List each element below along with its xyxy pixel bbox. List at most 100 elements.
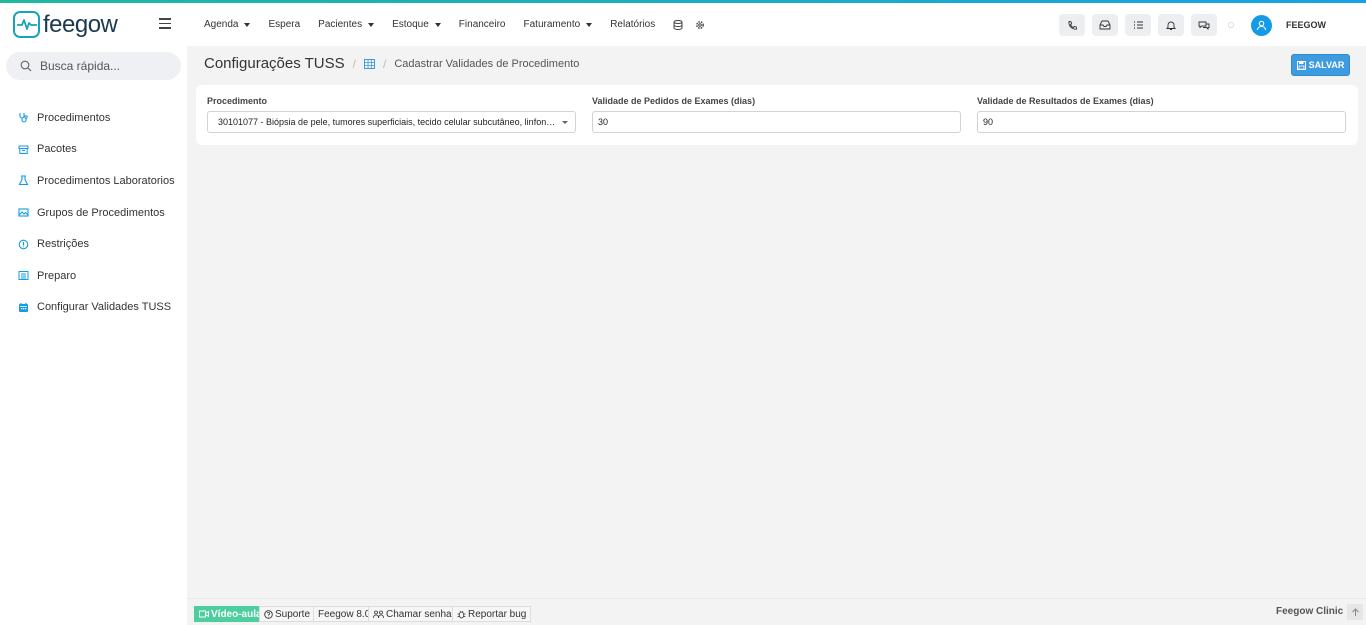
inbox-icon <box>1099 20 1111 30</box>
sidebar-item-label: Procedimentos Laboratorios <box>37 174 175 187</box>
resultados-field: Validade de Resultados de Exames (dias) … <box>977 96 1346 133</box>
logo[interactable]: feegow <box>13 10 118 38</box>
database-icon[interactable] <box>673 19 683 30</box>
images-icon <box>18 207 29 218</box>
video-aula-button[interactable]: Vídeo-aula <box>194 606 267 622</box>
hamburger-menu-icon[interactable] <box>159 18 171 29</box>
nav-espera[interactable]: Espera <box>268 19 300 30</box>
nav-label: Pacientes <box>318 19 363 30</box>
sidebar-item-procedimentos-laboratorios[interactable]: Procedimentos Laboratorios <box>0 165 187 197</box>
footer-brand: Feegow Clinic <box>1276 606 1344 617</box>
reportar-bug-button[interactable]: Reportar bug <box>452 606 532 622</box>
logo-mark-icon <box>13 11 40 38</box>
table-icon <box>363 58 375 69</box>
sidebar-item-procedimentos[interactable]: Procedimentos <box>0 102 187 134</box>
sidebar: Busca rápida... Procedimentos Pacotes Pr… <box>0 46 187 625</box>
chevron-down-icon <box>562 121 568 124</box>
header-tools: FEEGOW <box>1059 14 1326 36</box>
page-subtitle: Cadastrar Validades de Procedimento <box>394 57 580 70</box>
gear-icon[interactable] <box>695 20 705 30</box>
suporte-button[interactable]: Suporte <box>259 606 316 622</box>
version-badge: Feegow 8.0 <box>313 606 376 622</box>
quick-search[interactable]: Busca rápida... <box>6 52 181 80</box>
nav-estoque[interactable]: Estoque <box>392 19 441 30</box>
sidebar-item-label: Grupos de Procedimentos <box>37 206 165 219</box>
sidebar-item-configurar-validades-tuss[interactable]: Configurar Validades TUSS <box>0 292 187 324</box>
search-icon <box>20 60 32 72</box>
sidebar-item-label: Pacotes <box>37 143 77 156</box>
phone-button[interactable] <box>1059 14 1085 36</box>
nav-faturamento[interactable]: Faturamento <box>524 19 593 30</box>
flask-icon <box>18 175 29 186</box>
procedimento-select[interactable]: 30101077 - Biópsia de pele, tumores supe… <box>207 111 576 133</box>
page-title[interactable]: Configurações TUSS <box>204 55 345 72</box>
pedidos-field: Validade de Pedidos de Exames (dias) 30 <box>592 96 961 133</box>
nav-label: Relatórios <box>610 19 656 30</box>
pedidos-input[interactable]: 30 <box>592 111 961 133</box>
sidebar-menu: Procedimentos Pacotes Procedimentos Labo… <box>0 102 187 323</box>
info-icon <box>18 239 29 250</box>
resultados-label: Validade de Resultados de Exames (dias) <box>977 96 1154 106</box>
notifications-button[interactable] <box>1158 14 1184 36</box>
suporte-label: Suporte <box>275 608 311 620</box>
users-icon <box>373 610 384 618</box>
avatar[interactable] <box>1251 14 1272 36</box>
caret-down-icon <box>586 22 593 27</box>
search-input[interactable]: Busca rápida... <box>40 59 120 73</box>
nav-relatorios[interactable]: Relatórios <box>610 19 655 30</box>
video-icon <box>199 610 209 618</box>
resultados-input[interactable]: 90 <box>977 111 1346 133</box>
bug-icon <box>457 610 466 618</box>
list-icon <box>18 270 29 281</box>
nav-label: Financeiro <box>458 19 506 30</box>
tasks-icon <box>1133 21 1143 29</box>
save-button[interactable]: SALVAR <box>1291 54 1350 76</box>
video-label: Vídeo-aula <box>211 608 262 620</box>
footer: Vídeo-aula Suporte Feegow 8.0 Chamar sen… <box>187 598 1366 625</box>
sidebar-item-label: Preparo <box>37 269 77 282</box>
breadcrumb-separator: / <box>382 56 387 71</box>
logo-text: feegow <box>43 10 118 38</box>
status-dot-icon <box>1228 22 1234 28</box>
bug-label: Reportar bug <box>468 608 527 620</box>
chat-icon <box>1198 21 1210 30</box>
chamar-label: Chamar senha <box>386 608 452 620</box>
header: feegow Agenda Espera Pacientes Estoque F… <box>0 3 1366 46</box>
caret-down-icon <box>434 22 441 27</box>
sidebar-item-preparo[interactable]: Preparo <box>0 260 187 292</box>
nav-pacientes[interactable]: Pacientes <box>318 19 375 30</box>
user-icon <box>1256 20 1267 30</box>
save-label: SALVAR <box>1308 60 1345 70</box>
sidebar-item-label: Configurar Validades TUSS <box>37 301 172 314</box>
chamar-senha-button[interactable]: Chamar senha <box>368 606 457 622</box>
sidebar-item-pacotes[interactable]: Pacotes <box>0 134 187 166</box>
sidebar-item-label: Procedimentos <box>37 111 111 124</box>
box-icon <box>18 144 29 155</box>
arrow-up-icon <box>1351 607 1359 616</box>
sidebar-item-label: Restrições <box>37 238 89 251</box>
scroll-top-button[interactable] <box>1347 604 1363 620</box>
procedimento-field: Procedimento 30101077 - Biópsia de pele,… <box>207 96 576 133</box>
main-nav: Agenda Espera Pacientes Estoque Financei… <box>204 3 717 46</box>
breadcrumb-separator: / <box>352 56 356 71</box>
sidebar-item-grupos-de-procedimentos[interactable]: Grupos de Procedimentos <box>0 197 187 229</box>
caret-down-icon <box>368 22 375 27</box>
floppy-icon <box>1296 60 1306 70</box>
nav-financeiro[interactable]: Financeiro <box>459 19 506 30</box>
nav-label: Estoque <box>392 19 429 30</box>
tasks-button[interactable] <box>1125 14 1151 36</box>
phone-icon <box>1068 20 1077 30</box>
sidebar-item-restricoes[interactable]: Restrições <box>0 228 187 260</box>
pedidos-label: Validade de Pedidos de Exames (dias) <box>592 96 756 106</box>
main-content: Configurações TUSS / / Cadastrar Validad… <box>187 46 1366 598</box>
inbox-button[interactable] <box>1092 14 1118 36</box>
user-name[interactable]: FEEGOW <box>1286 20 1326 30</box>
procedimento-value: 30101077 - Biópsia de pele, tumores supe… <box>218 117 557 127</box>
nav-label: Faturamento <box>523 19 581 30</box>
caret-down-icon <box>244 22 251 27</box>
chat-button[interactable] <box>1191 14 1217 36</box>
procedimento-label: Procedimento <box>207 96 268 106</box>
nav-agenda[interactable]: Agenda <box>204 19 251 30</box>
nav-label: Espera <box>268 19 301 30</box>
breadcrumb: Configurações TUSS / / Cadastrar Validad… <box>204 55 579 72</box>
